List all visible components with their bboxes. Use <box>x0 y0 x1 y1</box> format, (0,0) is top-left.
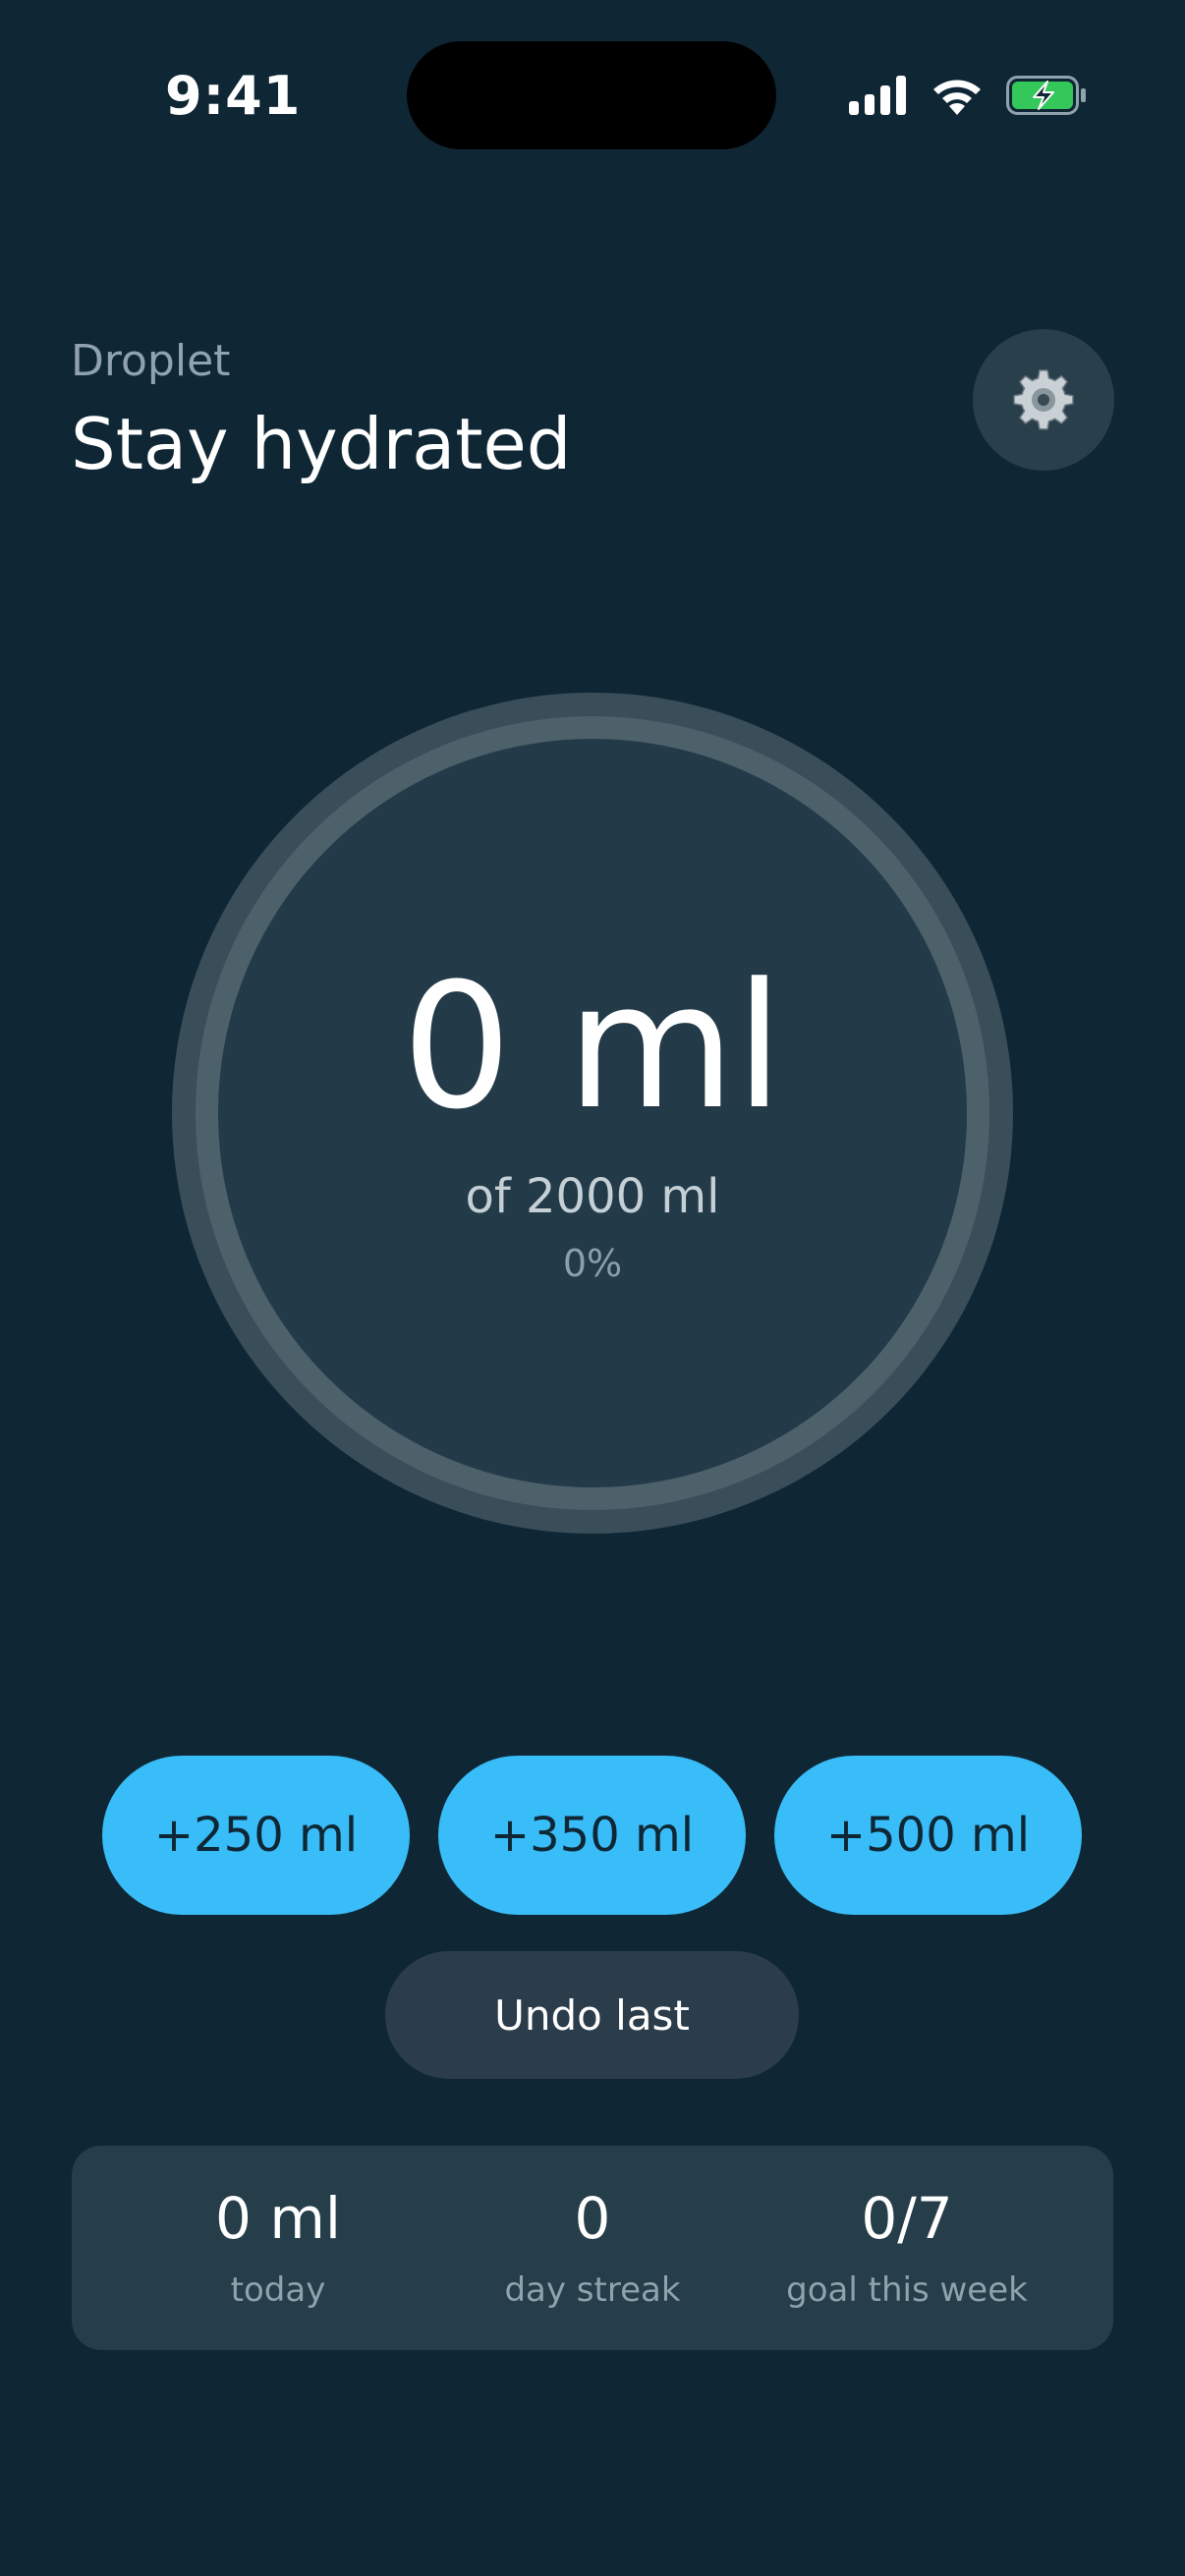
status-time: 9:41 <box>165 65 302 127</box>
percent-text: 0% <box>562 1242 623 1285</box>
app-name: Droplet <box>71 336 231 386</box>
signal-icon <box>849 76 906 115</box>
battery-charging-icon <box>1006 76 1086 115</box>
page-title: Stay hydrated <box>71 403 572 485</box>
stat-day-streak-value: 0 <box>574 2185 611 2252</box>
add-250-button[interactable]: +250 ml <box>102 1756 410 1915</box>
undo-last-button[interactable]: Undo last <box>385 1951 799 2079</box>
stat-goal-week-value: 0/7 <box>861 2185 953 2252</box>
stat-today-value: 0 ml <box>215 2185 341 2252</box>
status-bar: 9:41 <box>0 0 1185 187</box>
progress-ring: 0 ml of 2000 ml 0% <box>171 692 1014 1535</box>
stats-card: 0 ml today 0 day streak 0/7 goal this we… <box>72 2146 1113 2350</box>
dynamic-island <box>407 41 776 149</box>
wifi-icon <box>933 80 981 115</box>
intake-value: 0 ml <box>401 946 784 1148</box>
stat-goal-week: 0/7 goal this week <box>760 2146 1054 2350</box>
add-350-button[interactable]: +350 ml <box>438 1756 746 1915</box>
stat-day-streak-label: day streak <box>504 2270 681 2310</box>
stat-goal-week-label: goal this week <box>786 2270 1028 2310</box>
quick-add-row: +250 ml +350 ml +500 ml <box>102 1756 1082 1915</box>
settings-button[interactable] <box>973 329 1114 471</box>
status-icons <box>849 71 1087 120</box>
add-500-button[interactable]: +500 ml <box>774 1756 1082 1915</box>
stat-today-label: today <box>230 2270 326 2310</box>
header: Droplet Stay hydrated <box>71 330 571 491</box>
stat-today: 0 ml today <box>131 2146 425 2350</box>
ring-center: 0 ml of 2000 ml 0% <box>171 692 1014 1535</box>
goal-text: of 2000 ml <box>465 1169 720 1224</box>
gear-icon <box>1013 369 1074 430</box>
stat-day-streak: 0 day streak <box>445 2146 740 2350</box>
